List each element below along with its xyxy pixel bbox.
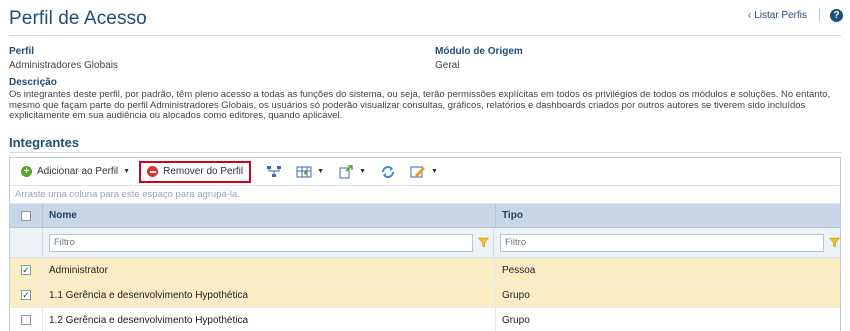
hierarchy-icon bbox=[267, 165, 282, 177]
list-profiles-link[interactable]: ‹ Listar Perfis bbox=[748, 10, 807, 21]
chevron-down-icon: ▼ bbox=[123, 168, 131, 175]
add-to-profile-button[interactable]: + Adicionar ao Perfil ▼ bbox=[16, 161, 135, 183]
column-header-type[interactable]: Tipo bbox=[496, 204, 840, 227]
top-actions: ‹ Listar Perfis ? bbox=[748, 9, 843, 22]
hierarchy-button[interactable] bbox=[261, 161, 287, 183]
filter-icon[interactable] bbox=[829, 237, 840, 248]
row-name: Administrator bbox=[43, 258, 496, 282]
perfil-label: Perfil bbox=[9, 46, 35, 57]
type-filter-cell bbox=[494, 228, 840, 257]
filter-icon[interactable] bbox=[477, 237, 489, 248]
group-by-hint[interactable]: Arraste uma coluna para este espaço para… bbox=[10, 186, 840, 204]
grid-header: Nome Tipo bbox=[10, 204, 840, 228]
type-filter-input[interactable] bbox=[500, 233, 824, 252]
chevron-down-icon: ▼ bbox=[359, 168, 366, 175]
select-all-cell bbox=[10, 204, 43, 227]
edit-icon bbox=[410, 166, 425, 177]
remove-from-profile-label: Remover do Perfil bbox=[163, 166, 244, 177]
divider bbox=[819, 9, 820, 22]
row-type: Pessoa bbox=[502, 264, 536, 276]
table-row[interactable]: 1.2 Gerência e desenvolvimento Hypothéti… bbox=[10, 308, 840, 331]
add-icon: + bbox=[21, 166, 32, 177]
refresh-button[interactable] bbox=[375, 161, 401, 183]
title-divider bbox=[9, 35, 841, 36]
modulo-label: Módulo de Origem bbox=[435, 46, 523, 57]
row-checkbox[interactable] bbox=[21, 315, 31, 325]
row-type: Grupo bbox=[502, 289, 530, 301]
page-title: Perfil de Acesso bbox=[9, 8, 147, 29]
section-title: Integrantes bbox=[9, 135, 80, 150]
row-select-cell bbox=[10, 283, 43, 307]
modulo-value: Geral bbox=[435, 60, 460, 71]
remove-from-profile-button[interactable]: Remover do Perfil bbox=[139, 160, 252, 183]
table-row[interactable]: Administrator Pessoa bbox=[10, 258, 840, 283]
section-divider bbox=[9, 152, 841, 153]
row-type: Grupo bbox=[502, 314, 530, 326]
filter-spacer bbox=[10, 228, 43, 257]
row-name: 1.1 Gerência e desenvolvimento Hypothéti… bbox=[43, 283, 496, 307]
filter-row bbox=[10, 228, 840, 258]
row-select-cell bbox=[10, 308, 43, 331]
export-icon bbox=[339, 164, 353, 178]
grid-toolbar: + Adicionar ao Perfil ▼ Remover do Perfi… bbox=[10, 158, 840, 186]
row-checkbox[interactable] bbox=[21, 265, 31, 275]
row-name: 1.2 Gerência e desenvolvimento Hypothéti… bbox=[43, 308, 496, 331]
edit-menu-button[interactable]: ▼ bbox=[405, 161, 443, 183]
select-all-checkbox[interactable] bbox=[21, 210, 31, 221]
table-row[interactable]: 1.1 Gerência e desenvolvimento Hypothéti… bbox=[10, 283, 840, 308]
export-menu-button[interactable]: ▼ bbox=[333, 161, 371, 183]
list-profiles-label: Listar Perfis bbox=[754, 10, 807, 21]
refresh-icon bbox=[382, 165, 394, 178]
row-checkbox[interactable] bbox=[21, 290, 31, 300]
descricao-value: Os integrantes deste perfil, por padrão,… bbox=[9, 89, 831, 121]
descricao-label: Descrição bbox=[9, 77, 57, 88]
row-select-cell bbox=[10, 258, 43, 282]
help-icon[interactable]: ? bbox=[830, 9, 843, 22]
perfil-value: Administradores Globais bbox=[9, 60, 118, 71]
columns-menu-button[interactable]: ▼ bbox=[291, 161, 329, 183]
members-grid: + Adicionar ao Perfil ▼ Remover do Perfi… bbox=[9, 157, 841, 331]
column-header-name[interactable]: Nome bbox=[43, 204, 496, 227]
chevron-down-icon: ▼ bbox=[431, 168, 438, 175]
name-filter-input[interactable] bbox=[48, 233, 473, 252]
add-to-profile-label: Adicionar ao Perfil bbox=[37, 166, 119, 177]
chevron-down-icon: ▼ bbox=[317, 168, 325, 175]
chevron-left-icon: ‹ bbox=[747, 10, 752, 21]
remove-icon bbox=[147, 166, 159, 177]
name-filter-cell bbox=[43, 228, 494, 257]
columns-icon bbox=[296, 166, 312, 177]
